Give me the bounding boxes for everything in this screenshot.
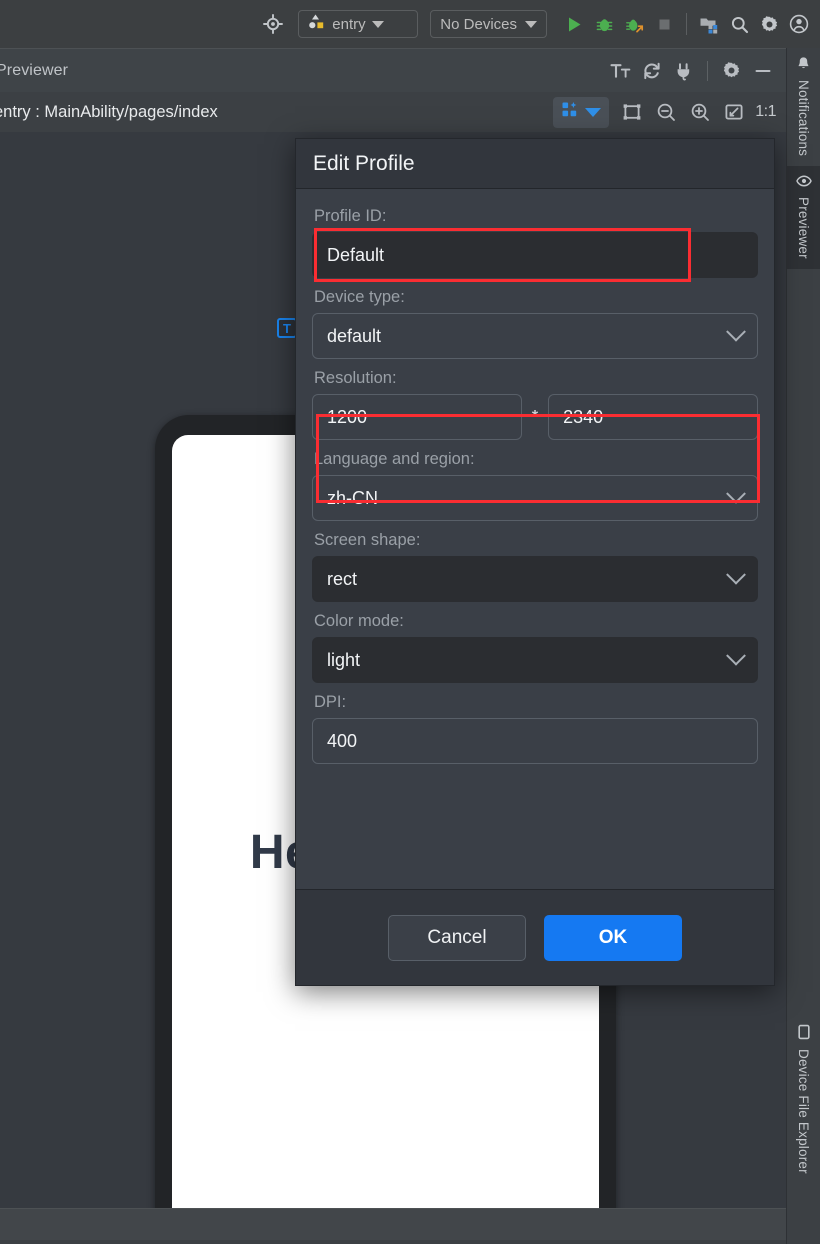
resolution-row: 1200 * 2340	[312, 394, 759, 440]
previewer-settings-button[interactable]	[716, 56, 746, 86]
field-resolution: Resolution: 1200 * 2340	[312, 365, 759, 440]
resolution-width-input[interactable]: 1200	[312, 394, 522, 440]
chevron-down-icon	[726, 321, 746, 342]
run-config-label: entry	[332, 15, 366, 33]
preview-view-controls: 1:1	[553, 96, 786, 128]
field-label: Screen shape:	[314, 531, 421, 549]
field-label: Device type:	[314, 288, 405, 306]
debug-button[interactable]	[589, 9, 619, 39]
resolution-height-value: 2340	[563, 406, 604, 427]
profile-id-input[interactable]: Default	[312, 232, 758, 278]
field-profile-id: Profile ID: Default	[312, 203, 758, 278]
show-bounds-button[interactable]	[617, 97, 647, 127]
cancel-button[interactable]: Cancel	[388, 914, 526, 961]
eye-icon	[795, 174, 812, 193]
toolbar-divider	[686, 13, 687, 35]
dpi-input[interactable]: 400	[312, 718, 758, 764]
right-tool-strip: Notifications Previewer Device File Expl…	[786, 48, 820, 1244]
dialog-title: Edit Profile	[313, 151, 415, 175]
sidebar-item-label: Notifications	[796, 80, 811, 157]
field-label: Color mode:	[314, 612, 404, 630]
plug-button[interactable]	[669, 56, 699, 86]
edit-profile-dialog: Edit Profile Profile ID: Default Device …	[295, 138, 775, 986]
chevron-down-icon	[726, 483, 746, 504]
main-toolbar: entry No Devices	[0, 0, 820, 48]
run-configuration-selector[interactable]: entry	[298, 10, 419, 38]
font-size-button[interactable]	[605, 56, 635, 86]
device-selector-label: No Devices	[440, 15, 517, 33]
color-mode-select[interactable]: light	[312, 637, 758, 683]
resolution-height-input[interactable]: 2340	[548, 394, 759, 440]
dialog-body: Profile ID: Default Device type: default…	[296, 189, 774, 889]
settings-button[interactable]	[754, 9, 784, 39]
device-selector[interactable]: No Devices	[430, 10, 547, 38]
zoom-out-button[interactable]	[651, 97, 681, 127]
dialog-titlebar: Edit Profile	[296, 139, 774, 189]
dialog-footer: Cancel OK	[296, 889, 774, 985]
previewer-title: Previewer	[0, 61, 69, 79]
profile-id-value: Default	[327, 244, 385, 265]
sidebar-item-previewer[interactable]: Previewer	[786, 166, 820, 269]
screen-shape-value: rect	[327, 568, 358, 589]
minimize-button[interactable]	[748, 56, 778, 86]
language-region-value: zh-CN	[327, 487, 379, 508]
previewer-tool-window-header: Previewer	[0, 48, 786, 92]
field-label: Profile ID:	[314, 207, 387, 225]
previewer-header-divider	[707, 60, 708, 81]
field-label: Language and region:	[314, 450, 475, 468]
ok-button[interactable]: OK	[544, 914, 682, 961]
field-language-region: Language and region: zh-CN	[312, 446, 758, 521]
account-button[interactable]	[784, 9, 814, 39]
bell-icon	[796, 56, 811, 76]
sidebar-item-label: Previewer	[796, 197, 811, 259]
color-mode-value: light	[327, 649, 361, 670]
device-type-select[interactable]: default	[312, 313, 758, 359]
preview-file-path: entry : MainAbility/pages/index	[0, 102, 218, 121]
search-everywhere-button[interactable]	[724, 9, 754, 39]
resolution-separator: *	[531, 408, 539, 425]
chevron-down-icon[interactable]	[371, 20, 384, 28]
language-region-select[interactable]: zh-CN	[312, 475, 758, 521]
run-button[interactable]	[559, 9, 589, 39]
chevron-down-icon	[726, 645, 746, 666]
sidebar-item-label: Device File Explorer	[796, 1049, 811, 1174]
status-bar-inner	[0, 1240, 786, 1244]
grid-sparkle-icon	[561, 101, 579, 124]
chevron-down-icon	[726, 564, 746, 585]
field-label: DPI:	[314, 693, 347, 711]
resolution-width-value: 1200	[327, 406, 368, 427]
text-component-badge[interactable]: T	[277, 318, 297, 338]
actual-size-button[interactable]: 1:1	[753, 103, 780, 121]
previewer-sub-toolbar: entry : MainAbility/pages/index 1:1	[0, 92, 786, 132]
field-dpi: DPI: 400	[312, 689, 758, 764]
chevron-down-icon[interactable]	[525, 20, 537, 28]
multi-device-preview-button[interactable]	[553, 96, 610, 128]
screen-shape-select[interactable]: rect	[312, 556, 758, 602]
attach-debugger-button[interactable]	[619, 9, 649, 39]
field-color-mode: Color mode: light	[312, 608, 758, 683]
dpi-value: 400	[327, 730, 358, 751]
sidebar-item-device-file-explorer[interactable]: Device File Explorer	[787, 1016, 820, 1184]
chevron-down-icon[interactable]	[585, 107, 602, 117]
stop-button[interactable]	[649, 9, 679, 39]
refresh-button[interactable]	[637, 56, 667, 86]
zoom-in-button[interactable]	[685, 97, 715, 127]
field-screen-shape: Screen shape: rect	[312, 527, 758, 602]
module-shapes-icon	[306, 13, 326, 35]
target-selector-icon[interactable]	[258, 9, 288, 39]
device-icon	[797, 1024, 811, 1045]
status-bar	[0, 1208, 786, 1244]
previewer-header-actions	[605, 56, 786, 86]
field-label: Resolution:	[314, 369, 397, 387]
fit-to-window-button[interactable]	[719, 97, 749, 127]
device-manager-button[interactable]	[694, 9, 724, 39]
device-type-value: default	[327, 325, 382, 346]
sidebar-item-notifications[interactable]: Notifications	[787, 48, 820, 166]
field-device-type: Device type: default	[312, 284, 758, 359]
